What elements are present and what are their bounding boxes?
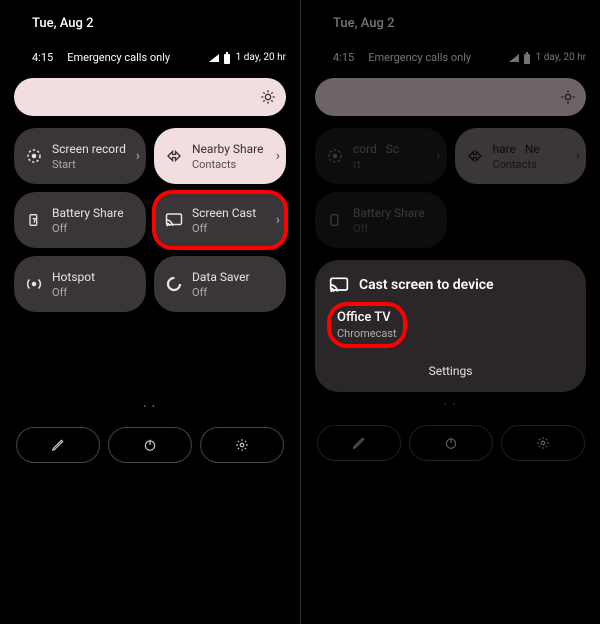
tile-title: Data Saver	[192, 270, 250, 284]
status-bar: 4:15 Emergency calls only 1 day, 20 hr	[315, 51, 586, 64]
cast-device-office-tv[interactable]: Office TV Chromecast	[329, 304, 405, 346]
brightness-icon	[560, 89, 576, 105]
status-battery-text: 1 day, 20 hr	[536, 52, 586, 63]
chevron-right-icon: ›	[276, 212, 280, 228]
power-button[interactable]	[409, 425, 493, 461]
quick-settings-tiles: cord Sc rt › hare Ne Contacts › Battery …	[315, 128, 586, 248]
tile-title: Nearby Share	[192, 142, 263, 156]
status-battery-text: 1 day, 20 hr	[236, 52, 286, 63]
tile-title: hare Ne	[493, 142, 540, 156]
status-time: 4:15	[32, 51, 53, 64]
record-icon	[24, 147, 44, 165]
gear-icon	[235, 438, 249, 452]
chevron-right-icon: ›	[136, 148, 140, 164]
tile-battery-share[interactable]: Battery Share Off	[315, 192, 447, 248]
brightness-slider[interactable]	[315, 78, 586, 116]
tile-sub: Contacts	[192, 158, 263, 171]
battery-icon	[222, 52, 232, 64]
tile-sub: rt	[353, 158, 399, 171]
edit-button[interactable]	[16, 427, 100, 463]
signal-icon	[208, 53, 220, 63]
quick-settings-tiles: Screen record Start › Nearby Share Conta…	[14, 128, 286, 312]
tile-title: Battery Share	[52, 206, 124, 220]
record-icon	[325, 147, 345, 165]
tile-sub: Off	[52, 222, 124, 235]
settings-button[interactable]	[501, 425, 585, 461]
tile-title: cord Sc	[353, 142, 399, 156]
tile-battery-share[interactable]: Battery Share Off	[14, 192, 146, 248]
cast-icon	[329, 276, 349, 294]
chevron-right-icon: ›	[436, 148, 440, 164]
settings-button[interactable]	[200, 427, 284, 463]
nearby-share-icon	[465, 147, 485, 165]
tile-nearby-share[interactable]: Nearby Share Contacts ›	[154, 128, 286, 184]
chevron-right-icon: ›	[276, 148, 280, 164]
edit-button[interactable]	[317, 425, 401, 461]
power-icon	[444, 436, 458, 450]
gear-icon	[536, 436, 550, 450]
page-indicator: • •	[14, 402, 286, 411]
cast-panel-header: Cast screen to device	[329, 276, 572, 294]
chevron-right-icon: ›	[576, 148, 580, 164]
battery-share-icon	[24, 212, 44, 228]
battery-share-icon	[325, 212, 345, 228]
tile-data-saver[interactable]: Data Saver Off	[154, 256, 286, 312]
footer-buttons	[14, 427, 286, 463]
status-bar: 4:15 Emergency calls only 1 day, 20 hr	[14, 51, 286, 64]
status-icons: 1 day, 20 hr	[508, 52, 586, 64]
nearby-share-icon	[164, 147, 184, 165]
status-emergency: Emergency calls only	[67, 51, 170, 64]
tile-title: Hotspot	[52, 270, 95, 284]
power-icon	[143, 438, 157, 452]
tile-hotspot[interactable]: Hotspot Off	[14, 256, 146, 312]
tile-sub: Off	[353, 222, 425, 235]
signal-icon	[508, 53, 520, 63]
tile-sub: Off	[192, 286, 250, 299]
cast-icon	[164, 212, 184, 228]
brightness-slider[interactable]	[14, 78, 286, 116]
hotspot-icon	[24, 275, 44, 293]
tile-screen-cast[interactable]: Screen Cast Off ›	[154, 192, 286, 248]
tile-nearby-share[interactable]: hare Ne Contacts ›	[455, 128, 587, 184]
data-saver-icon	[164, 275, 184, 293]
tile-title: Screen record	[52, 142, 126, 156]
tile-sub: Off	[192, 222, 256, 235]
status-emergency: Emergency calls only	[368, 51, 471, 64]
pencil-icon	[352, 436, 366, 450]
tile-title: Battery Share	[353, 206, 425, 220]
cast-device-sub: Chromecast	[337, 327, 397, 340]
page-indicator: • •	[315, 400, 586, 409]
tile-sub: Start	[52, 158, 126, 171]
cast-settings-link[interactable]: Settings	[329, 364, 572, 378]
left-pane: Tue, Aug 2 4:15 Emergency calls only 1 d…	[0, 0, 300, 624]
pencil-icon	[51, 438, 65, 452]
tile-sub: Contacts	[493, 158, 540, 171]
power-button[interactable]	[108, 427, 192, 463]
tile-screen-record[interactable]: cord Sc rt ›	[315, 128, 447, 184]
tile-sub: Off	[52, 286, 95, 299]
cast-panel-title: Cast screen to device	[359, 277, 494, 293]
cast-panel: Cast screen to device Office TV Chromeca…	[315, 260, 586, 392]
footer-buttons	[315, 425, 586, 461]
date-label: Tue, Aug 2	[32, 16, 286, 31]
tile-screen-record[interactable]: Screen record Start ›	[14, 128, 146, 184]
date-label: Tue, Aug 2	[333, 16, 586, 31]
battery-icon	[522, 52, 532, 64]
status-icons: 1 day, 20 hr	[208, 52, 286, 64]
brightness-icon	[260, 89, 276, 105]
right-pane: Tue, Aug 2 4:15 Emergency calls only 1 d…	[300, 0, 600, 624]
tile-title: Screen Cast	[192, 206, 256, 220]
status-time: 4:15	[333, 51, 354, 64]
cast-device-name: Office TV	[337, 310, 397, 325]
